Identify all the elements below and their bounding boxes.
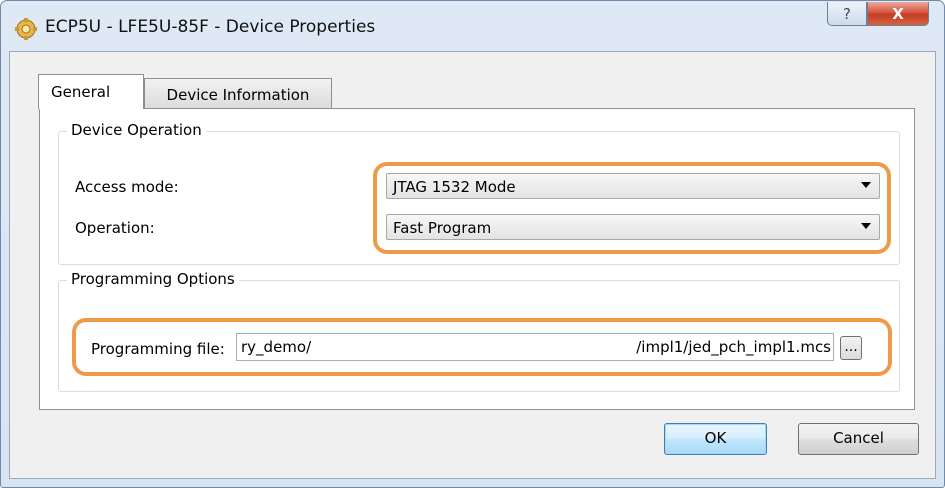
- ok-button[interactable]: OK: [664, 423, 767, 455]
- device-operation-title: Device Operation: [67, 121, 206, 139]
- close-button[interactable]: X: [867, 2, 929, 26]
- operation-label: Operation:: [75, 219, 155, 237]
- cancel-button[interactable]: Cancel: [798, 423, 919, 455]
- tab-device-information[interactable]: Device Information: [144, 78, 332, 108]
- access-mode-label: Access mode:: [75, 178, 179, 196]
- window-title: ECP5U - LFE5U-85F - Device Properties: [45, 17, 376, 37]
- tab-general[interactable]: General: [38, 74, 144, 109]
- help-button[interactable]: ?: [827, 2, 867, 26]
- dropdowns-highlight: [373, 162, 891, 254]
- device-properties-dialog: ECP5U - LFE5U-85F - Device Properties ? …: [0, 0, 945, 488]
- programming-file-highlight: [72, 318, 892, 376]
- title-bar[interactable]: ECP5U - LFE5U-85F - Device Properties ? …: [1, 1, 944, 51]
- chip-gear-icon: [15, 18, 37, 40]
- device-operation-group: Device Operation Access mode: JTAG 1532 …: [58, 121, 900, 265]
- programming-options-group: Programming Options Programming file: ry…: [58, 270, 900, 392]
- dialog-body: General Device Information Device Operat…: [9, 51, 936, 479]
- programming-options-title: Programming Options: [67, 270, 239, 288]
- help-icon: ?: [843, 4, 851, 23]
- close-icon: X: [892, 4, 904, 23]
- general-tab-panel: Device Operation Access mode: JTAG 1532 …: [39, 108, 915, 410]
